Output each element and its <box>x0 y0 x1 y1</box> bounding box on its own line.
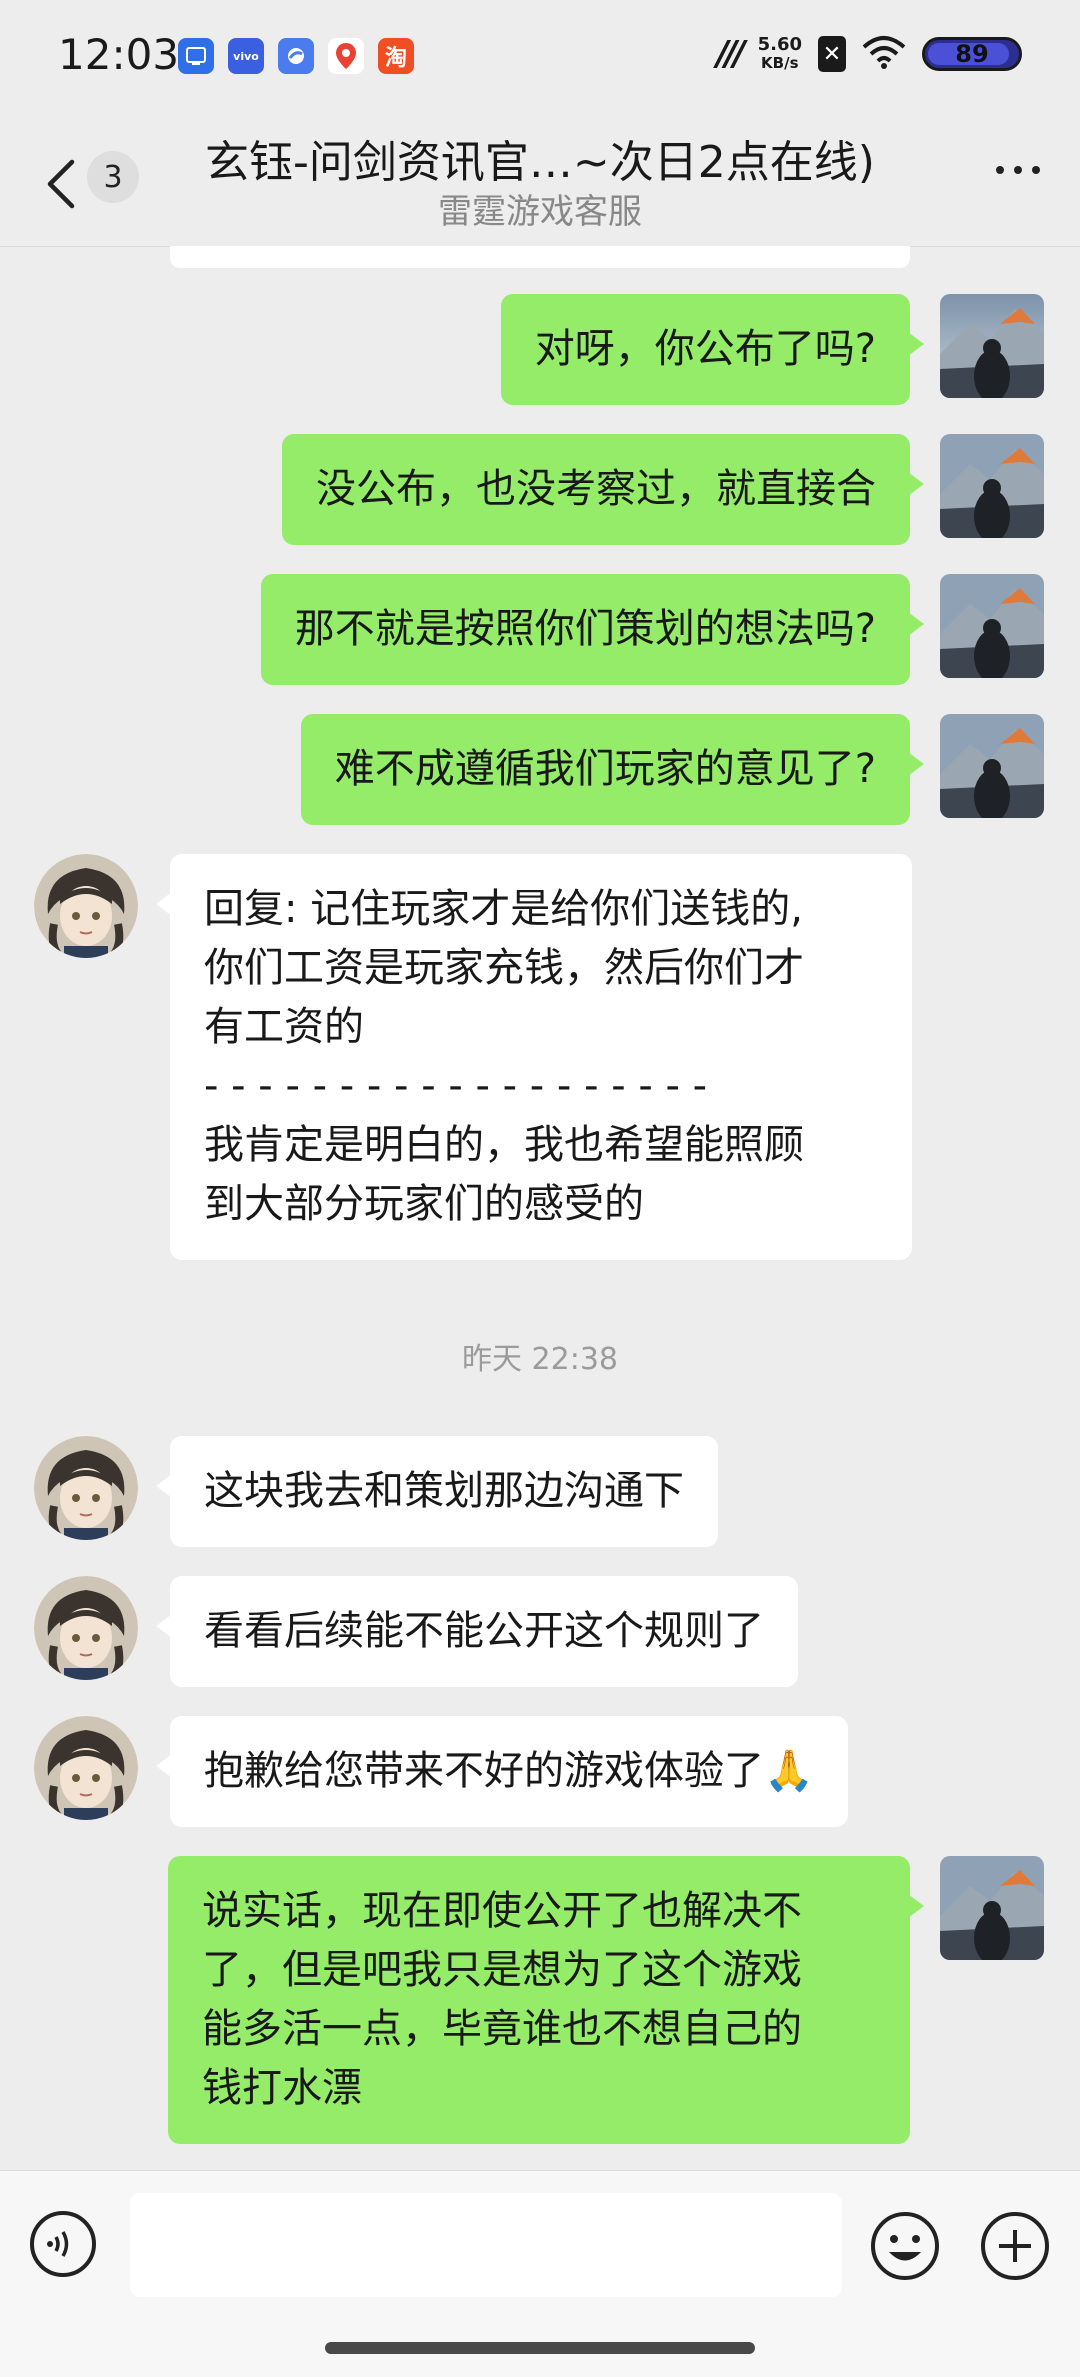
no-sim-icon: ✕ <box>818 36 846 72</box>
home-indicator[interactable] <box>325 2342 755 2354</box>
agent-avatar[interactable] <box>34 1716 138 1820</box>
voice-icon <box>47 2231 69 2257</box>
message-bubble-sent[interactable]: 那不就是按照你们策划的想法吗? <box>260 574 925 685</box>
my-avatar[interactable] <box>940 574 1044 678</box>
vivo-app-icon: vivo <box>228 38 264 74</box>
emoji-button[interactable] <box>870 2211 940 2281</box>
map-app-icon <box>328 38 364 74</box>
signal-icon: /// <box>716 34 745 74</box>
my-avatar[interactable] <box>940 714 1044 818</box>
agent-avatar[interactable] <box>34 854 138 958</box>
agent-avatar[interactable] <box>34 1436 138 1540</box>
status-time: 12:03 <box>58 30 180 79</box>
more-options-button[interactable] <box>996 166 1040 174</box>
message-bubble-sent[interactable]: 对呀，你公布了吗? <box>500 294 925 405</box>
status-bar: 12:03 vivo 淘 /// 5.60 KB/s ✕ 89 <box>0 0 1080 118</box>
net-speed-value: 5.60 <box>757 34 802 55</box>
message-bubble-received[interactable]: 抱歉给您带来不好的游戏体验了🙏 <box>156 1716 848 1827</box>
message-timestamp: 昨天 22:38 <box>462 1342 618 1377</box>
my-avatar[interactable] <box>940 1856 1044 1960</box>
battery-icon: 89 <box>922 37 1022 71</box>
message-bubble-sent[interactable]: 说实话，现在即使公开了也解决不 了，但是吧我只是想为了这个游戏 能多活一点，毕竟… <box>168 1856 924 2144</box>
network-speed: 5.60 KB/s <box>758 35 802 73</box>
message-bubble-received[interactable]: 这块我去和策划那边沟通下 <box>156 1436 718 1547</box>
browser-app-icon <box>278 38 314 74</box>
previous-message-bubble <box>170 246 910 268</box>
agent-avatar[interactable] <box>34 1576 138 1680</box>
more-dot-icon <box>996 166 1004 174</box>
unread-count-badge: 3 <box>87 151 139 203</box>
net-speed-unit: KB/s <box>761 54 799 72</box>
wifi-icon <box>862 35 906 73</box>
chat-title: 玄钰-问剑资讯官…~次日2点在线) <box>205 137 875 188</box>
my-avatar[interactable] <box>940 294 1044 398</box>
screenshot-app-icon <box>178 38 214 74</box>
battery-level: 89 <box>955 40 989 68</box>
chat-subtitle: 雷霆游戏客服 <box>438 192 642 232</box>
message-bubble-sent[interactable]: 难不成遵循我们玩家的意见了? <box>300 714 925 825</box>
more-functions-button[interactable] <box>980 2211 1050 2281</box>
voice-input-button[interactable] <box>30 2211 96 2277</box>
emoji-icon <box>871 2212 939 2280</box>
message-list[interactable]: 对呀，你公布了吗? 没公布，也没考察过，就直接合 那不就是按照你们策划的想法吗?… <box>0 246 1080 2170</box>
plus-icon <box>981 2212 1049 2280</box>
chat-header: 玄钰-问剑资讯官…~次日2点在线) 雷霆游戏客服 <box>0 118 1080 247</box>
more-dot-icon <box>1014 166 1022 174</box>
more-dot-icon <box>1032 166 1040 174</box>
taobao-app-icon: 淘 <box>378 38 414 74</box>
notification-icons: vivo 淘 <box>178 38 414 74</box>
my-avatar[interactable] <box>940 434 1044 538</box>
message-bubble-received-reply[interactable]: 回复: 记住玩家才是给你们送钱的, 你们工资是玩家充钱，然后你们才 有工资的 -… <box>156 854 912 1260</box>
message-bubble-received[interactable]: 看看后续能不能公开这个规则了 <box>156 1576 798 1687</box>
status-indicators: /// 5.60 KB/s ✕ 89 <box>716 34 1022 74</box>
message-input[interactable] <box>130 2193 842 2297</box>
message-bubble-sent[interactable]: 没公布，也没考察过，就直接合 <box>282 434 924 545</box>
